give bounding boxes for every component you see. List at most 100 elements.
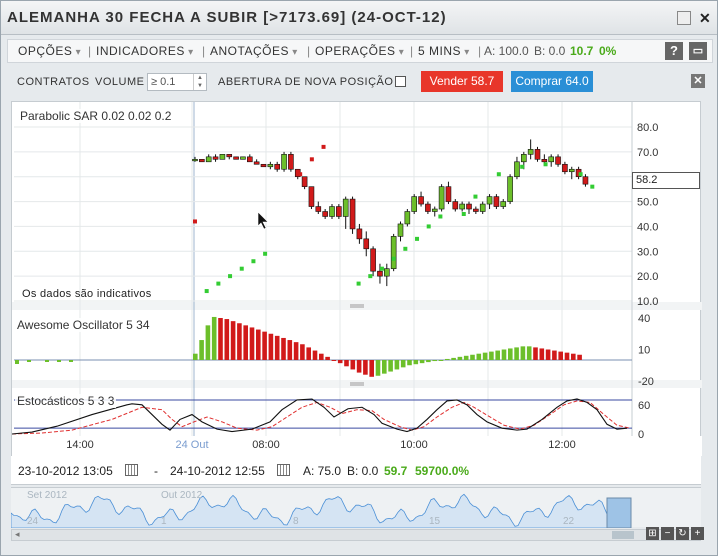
window-title: ALEMANHA 30 FECHA A SUBIR [>7173.69] (24… [7, 9, 447, 26]
candle-body [199, 159, 205, 163]
menu-ask: A: 100.0 [484, 44, 529, 58]
scroll-left-icon[interactable]: ◂ [15, 529, 20, 540]
help-icon[interactable]: ? [665, 42, 683, 60]
new-position-checkbox[interactable] [395, 76, 406, 87]
time-tick-label: 14:00 [66, 439, 94, 451]
close-icon[interactable]: ✕ [699, 11, 713, 25]
ao-bar [457, 356, 463, 360]
ao-bar [256, 329, 261, 360]
candle-body [582, 176, 589, 185]
candle-body [192, 159, 198, 162]
ao-bar [69, 360, 73, 362]
candle-body [548, 156, 555, 163]
ao-tick-label: -20 [638, 376, 654, 388]
info-value: 59.7 [384, 464, 408, 478]
sar-dot [473, 194, 478, 199]
ao-bar [199, 340, 204, 360]
navigator-strip[interactable]: Set 2012 Out 2012 24 1 8 15 22 [10, 487, 701, 529]
chart-area[interactable]: 80.070.060.050.040.030.020.010.04010-206… [11, 101, 702, 485]
scroll-thumb[interactable] [612, 531, 634, 539]
ao-bar [533, 347, 538, 360]
price-tick-label: 80.0 [637, 122, 658, 134]
sar-dot [496, 172, 501, 177]
info-bid: B: 0.0 [347, 464, 379, 478]
sar-dot [204, 289, 209, 294]
menu-operations[interactable]: OPERAÇÕES [315, 44, 404, 58]
ao-bar [193, 353, 198, 360]
new-position-label: ABERTURA DE NOVA POSIÇÃO [218, 76, 394, 88]
candle-body [363, 238, 370, 250]
price-tick-label: 20.0 [637, 271, 658, 283]
candle-body [527, 149, 534, 155]
ao-bar [243, 325, 248, 360]
sar-dot [438, 214, 443, 219]
candle-body [445, 186, 452, 202]
calendar-to-icon[interactable] [277, 464, 290, 476]
price-tick-label: 50.0 [637, 197, 658, 209]
volume-spinner-icon[interactable]: ▲ ▼ [193, 74, 206, 90]
price-tick-label: 30.0 [637, 246, 658, 258]
ao-tick-label: 40 [638, 313, 650, 325]
ao-bar [394, 360, 400, 370]
candle-body [479, 203, 486, 212]
refresh-icon[interactable]: ↻ [676, 527, 689, 540]
comment-icon[interactable]: ▭ [689, 42, 707, 60]
ao-bar [451, 357, 456, 360]
ao-bar [287, 340, 293, 360]
ao-bar [407, 360, 412, 366]
maximize-icon[interactable] [677, 11, 691, 25]
navigator-label: 24 [27, 516, 39, 527]
candle-body [240, 156, 246, 160]
menu-indicators[interactable]: INDICADORES [96, 44, 194, 58]
navigator-label: Set 2012 [27, 490, 67, 501]
sar-dot [239, 266, 244, 271]
ao-bar [526, 346, 532, 360]
candle-body [418, 196, 424, 205]
menu-timeframe[interactable]: 5 MINS [418, 44, 470, 58]
zoom-fit-icon[interactable]: ⊞ [646, 527, 659, 540]
menu-separator: | [307, 44, 311, 58]
candle-body [247, 156, 253, 163]
ao-bar [249, 327, 255, 360]
ao-bar [539, 348, 545, 360]
candle-body [459, 203, 465, 210]
calendar-from-icon[interactable] [125, 464, 138, 476]
disclaimer-text: Os dados são indicativos [22, 288, 152, 300]
ao-bar [400, 360, 406, 368]
menu-options[interactable]: OPÇÕES [18, 44, 81, 58]
candle-body [336, 206, 342, 217]
sar-dot [216, 281, 221, 286]
navigator-canvas[interactable]: Set 2012 Out 2012 24 1 8 15 22 [10, 488, 701, 529]
ao-bar [552, 350, 557, 360]
candle-body [520, 154, 527, 163]
time-tick-label: 10:00 [400, 439, 428, 451]
sar-dot [543, 162, 548, 167]
close-order-bar-icon[interactable]: ✕ [691, 74, 705, 88]
candle-body [315, 206, 322, 212]
ao-bar [325, 356, 330, 360]
candle-body [267, 163, 274, 168]
menu-bid: B: 0.0 [534, 44, 566, 58]
ao-bar [293, 342, 299, 360]
zoom-in-icon[interactable]: + [691, 527, 704, 540]
candle-body [274, 163, 281, 170]
sell-button[interactable]: Vender 58.7 [421, 71, 503, 92]
ao-panel-label: Awesome Oscillator 5 34 [15, 318, 152, 332]
navigator-scrollbar[interactable]: ◂ [11, 529, 701, 541]
buy-button[interactable]: Comprar 64.0 [511, 71, 593, 92]
menu-separator: | [478, 44, 482, 58]
time-axis-band [12, 436, 702, 456]
navigator-label: 1 [161, 516, 167, 527]
price-tick-label: 10.0 [637, 296, 658, 308]
ao-bar [300, 344, 305, 360]
zoom-out-icon[interactable]: − [661, 527, 674, 540]
ao-bar [350, 360, 356, 370]
candle-body [356, 228, 363, 240]
sar-dot [426, 224, 431, 229]
menu-separator: | [88, 44, 92, 58]
panel-splitter [12, 380, 702, 388]
panel-splitter [12, 302, 702, 310]
ao-bar [205, 325, 211, 360]
date-dash: - [154, 464, 158, 478]
menu-annotations[interactable]: ANOTAÇÕES [210, 44, 298, 58]
